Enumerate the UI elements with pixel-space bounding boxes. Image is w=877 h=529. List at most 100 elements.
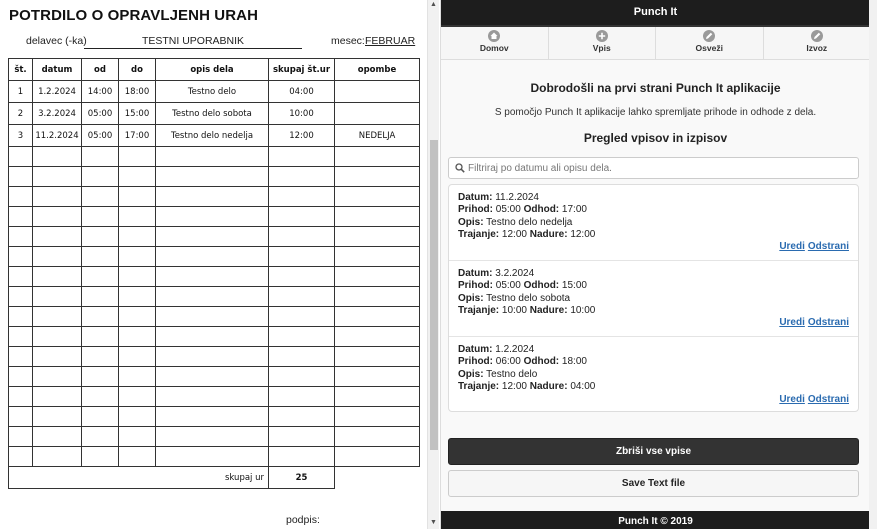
cell-empty: [81, 386, 119, 407]
nav-bar: Domov Vpis Osveži Izvoz: [441, 27, 869, 60]
left-scrollbar[interactable]: ▲ ▼: [427, 0, 439, 529]
header-cell-from: od: [81, 58, 119, 81]
edit-link[interactable]: Uredi: [779, 317, 805, 328]
cell-date: 1.2.2024: [32, 80, 82, 103]
arrival-label: Prihod:: [458, 356, 493, 367]
table-row-empty: [8, 326, 420, 347]
cell-empty: [268, 446, 335, 467]
cell-empty: [8, 206, 33, 227]
scroll-down-icon[interactable]: ▼: [430, 519, 437, 526]
cell-notes: [334, 102, 420, 125]
nav-export[interactable]: Izvoz: [764, 27, 870, 59]
month-label: mesec:: [331, 35, 365, 47]
edit-link[interactable]: Uredi: [779, 241, 805, 252]
cell-empty: [334, 206, 420, 227]
cell-empty: [32, 186, 82, 207]
description-label: Opis:: [458, 369, 484, 380]
cell-empty: [81, 306, 119, 327]
cell-empty: [32, 366, 82, 387]
entry-description: Testno delo sobota: [486, 293, 571, 304]
nav-refresh[interactable]: Osveži: [656, 27, 764, 59]
cell-empty: [118, 226, 156, 247]
cell-empty: [155, 226, 269, 247]
cell-empty: [334, 386, 420, 407]
app-header: Punch It: [441, 0, 869, 27]
cell-empty: [32, 426, 82, 447]
cell-empty: [334, 226, 420, 247]
cell-description: Testno delo sobota: [155, 102, 269, 125]
entry-arrival: 06:00: [495, 356, 521, 367]
filter-input[interactable]: [468, 160, 853, 176]
delete-link[interactable]: Odstrani: [808, 241, 849, 252]
cell-empty: [81, 286, 119, 307]
table-row-empty: [8, 226, 420, 247]
delete-link[interactable]: Odstrani: [808, 317, 849, 328]
cell-empty: [32, 386, 82, 407]
cell-empty: [334, 166, 420, 187]
save-text-file-button[interactable]: Save Text file: [448, 470, 859, 497]
departure-label: Odhod:: [523, 280, 560, 291]
cell-empty: [32, 346, 82, 367]
cell-empty: [8, 246, 33, 267]
cell-from: 05:00: [81, 102, 119, 125]
entry-departure: 15:00: [561, 280, 587, 291]
cell-date: 11.2.2024: [32, 124, 82, 147]
scroll-up-icon[interactable]: ▲: [430, 1, 437, 8]
nav-home[interactable]: Domov: [441, 27, 549, 59]
hours-table: št. datum od do opis dela skupaj št.ur o…: [8, 58, 420, 489]
cell-empty: [32, 246, 82, 267]
list-item: Datum: 11.2.2024 Prihod: 05:00 Odhod: 17…: [449, 185, 858, 261]
entry-departure: 18:00: [561, 356, 587, 367]
description-label: Opis:: [458, 293, 484, 304]
entry-overtime: 04:00: [570, 381, 596, 392]
date-label: Datum:: [458, 268, 493, 279]
departure-label: Odhod:: [523, 356, 560, 367]
delete-all-button[interactable]: Zbriši vse vpise: [448, 438, 859, 465]
filter-field[interactable]: [448, 157, 859, 179]
cell-empty: [268, 266, 335, 287]
table-row-empty: [8, 266, 420, 287]
cell-empty: [118, 326, 156, 347]
edit-icon: [703, 30, 716, 42]
cell-empty: [155, 186, 269, 207]
date-label: Datum:: [458, 344, 493, 355]
cell-empty: [8, 226, 33, 247]
cell-empty: [81, 346, 119, 367]
duration-label: Trajanje:: [458, 381, 500, 392]
cell-notes: [334, 80, 420, 103]
cell-empty: [118, 346, 156, 367]
delete-link[interactable]: Odstrani: [808, 394, 849, 405]
cell-empty: [268, 366, 335, 387]
cell-empty: [155, 406, 269, 427]
cell-empty: [334, 186, 420, 207]
cell-empty: [32, 286, 82, 307]
cell-empty: [118, 426, 156, 447]
cell-empty: [334, 366, 420, 387]
sum-empty-cell: [334, 466, 420, 489]
nav-add-entry[interactable]: Vpis: [549, 27, 656, 59]
cell-empty: [118, 306, 156, 327]
cell-empty: [268, 326, 335, 347]
edit-icon: [810, 30, 823, 42]
cell-empty: [81, 186, 119, 207]
cell-empty: [334, 266, 420, 287]
cell-empty: [155, 206, 269, 227]
cell-empty: [268, 146, 335, 167]
left-scrollbar-thumb[interactable]: [430, 140, 438, 450]
header-cell-date: datum: [32, 58, 82, 81]
nav-home-label: Domov: [479, 43, 509, 53]
list-item: Datum: 3.2.2024 Prihod: 05:00 Odhod: 15:…: [449, 261, 858, 337]
cell-empty: [8, 386, 33, 407]
cell-empty: [81, 446, 119, 467]
cell-empty: [268, 406, 335, 427]
edit-link[interactable]: Uredi: [779, 394, 805, 405]
duration-label: Trajanje:: [458, 305, 500, 316]
right-scrollbar[interactable]: [869, 0, 877, 529]
cell-empty: [8, 406, 33, 427]
cell-empty: [118, 166, 156, 187]
cell-empty: [81, 226, 119, 247]
list-item: Datum: 1.2.2024 Prihod: 06:00 Odhod: 18:…: [449, 337, 858, 413]
cell-empty: [334, 346, 420, 367]
cell-empty: [32, 406, 82, 427]
main-content: Dobrodošli na prvi strani Punch It aplik…: [441, 61, 869, 511]
